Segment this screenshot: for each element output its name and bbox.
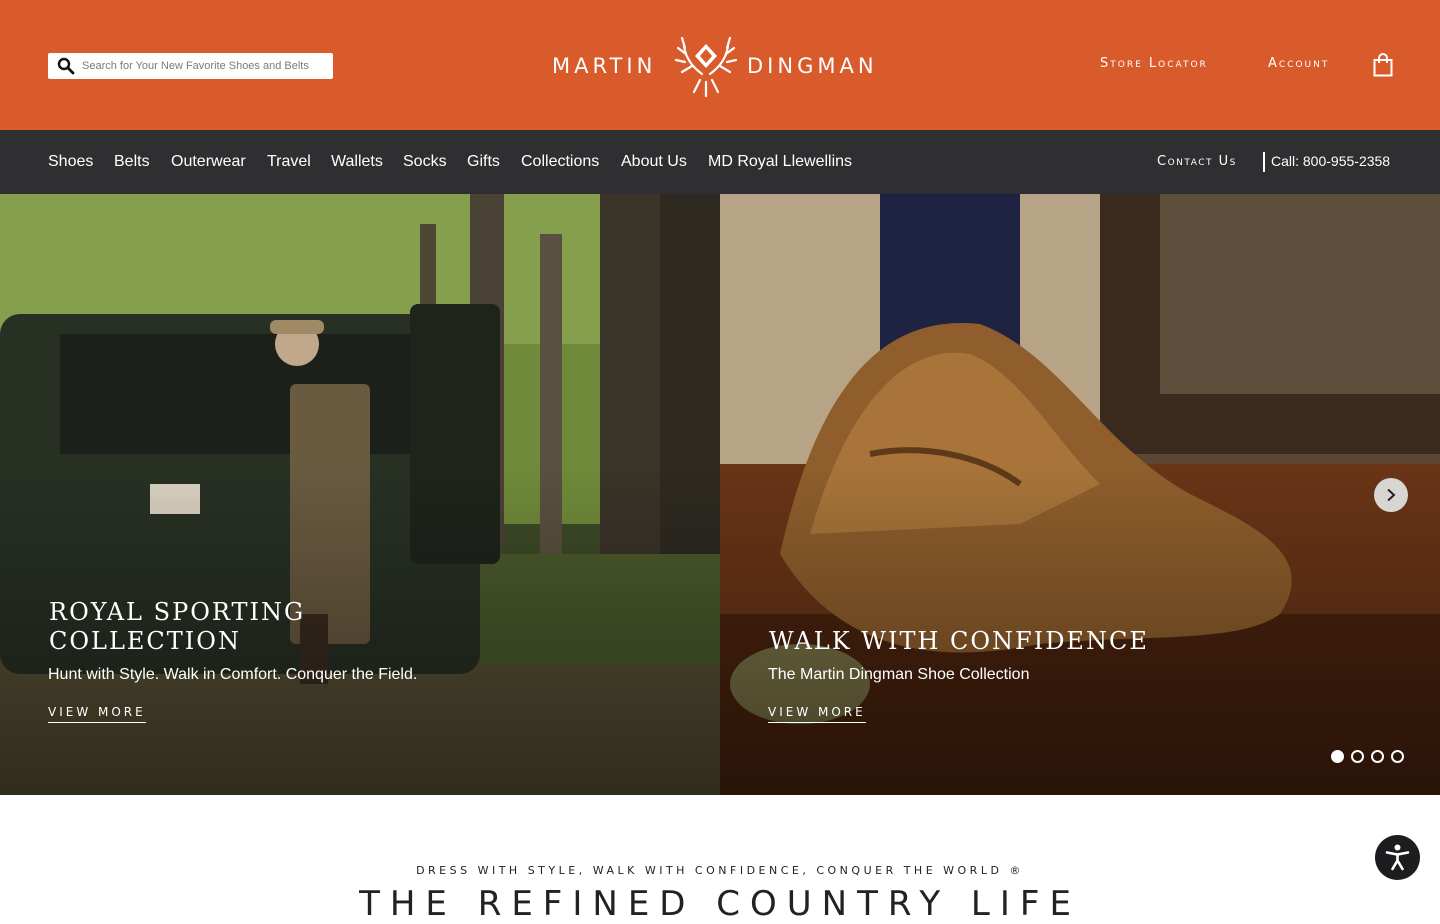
slide-subtitle-royal-sporting: Hunt with Style. Walk in Comfort. Conque… — [48, 666, 418, 683]
slide-subtitle-walk-with-confidence: The Martin Dingman Shoe Collection — [768, 666, 1030, 683]
hero-carousel: ROYAL SPORTING COLLECTION Hunt with Styl… — [0, 194, 1440, 795]
brand-tagline: DRESS WITH STYLE, WALK WITH CONFIDENCE, … — [416, 864, 1024, 877]
carousel-dot-1[interactable] — [1331, 750, 1344, 763]
category-nav: Shoes Belts Outerwear Travel Wallets Soc… — [0, 130, 1440, 194]
brand-logo[interactable]: MARTIN DINGMAN — [550, 30, 890, 100]
nav-item-collections[interactable]: Collections — [521, 153, 599, 171]
search-box[interactable] — [48, 53, 333, 79]
accessibility-icon — [1385, 844, 1410, 871]
view-more-link[interactable]: VIEW MORE — [768, 705, 866, 723]
nav-item-gifts[interactable]: Gifts — [467, 153, 500, 171]
nav-item-outerwear[interactable]: Outerwear — [171, 153, 246, 171]
nav-item-belts[interactable]: Belts — [114, 153, 150, 171]
site-header: MARTIN DINGMAN Store Locator Acco — [0, 0, 1440, 130]
logo-word-right: DINGMAN — [747, 54, 878, 78]
nav-item-wallets[interactable]: Wallets — [331, 153, 383, 171]
contact-us-link[interactable]: Contact Us — [1157, 154, 1237, 169]
carousel-dots — [1331, 750, 1411, 764]
chevron-right-icon — [1387, 488, 1396, 502]
nav-item-shoes[interactable]: Shoes — [48, 153, 93, 171]
nav-item-md-royal-llewellins[interactable]: MD Royal Llewellins — [708, 153, 852, 171]
search-icon[interactable] — [57, 57, 75, 75]
shopping-bag-icon[interactable] — [1373, 53, 1393, 77]
accessibility-button[interactable] — [1375, 835, 1420, 880]
view-more-link[interactable]: VIEW MORE — [48, 705, 146, 723]
section-heading: THE REFINED COUNTRY LIFE — [359, 884, 1081, 924]
carousel-dot-2[interactable] — [1351, 750, 1364, 763]
slide-title-royal-sporting: ROYAL SPORTING COLLECTION — [49, 598, 306, 655]
search-input[interactable] — [82, 53, 328, 79]
carousel-dot-3[interactable] — [1371, 750, 1384, 763]
account-link[interactable]: Account — [1268, 56, 1329, 71]
phone-link[interactable]: Call: 800-955-2358 — [1271, 153, 1390, 169]
nav-divider — [1263, 152, 1265, 172]
carousel-next-button[interactable] — [1374, 478, 1408, 512]
logo-word-left: MARTIN — [552, 54, 657, 78]
slide-title-walk-with-confidence: WALK WITH CONFIDENCE — [769, 627, 1149, 655]
carousel-dot-4[interactable] — [1391, 750, 1404, 763]
nav-item-about-us[interactable]: About Us — [621, 153, 687, 171]
antler-crest-icon — [674, 36, 738, 98]
nav-item-socks[interactable]: Socks — [403, 153, 447, 171]
nav-item-travel[interactable]: Travel — [267, 153, 311, 171]
store-locator-link[interactable]: Store Locator — [1100, 56, 1208, 71]
